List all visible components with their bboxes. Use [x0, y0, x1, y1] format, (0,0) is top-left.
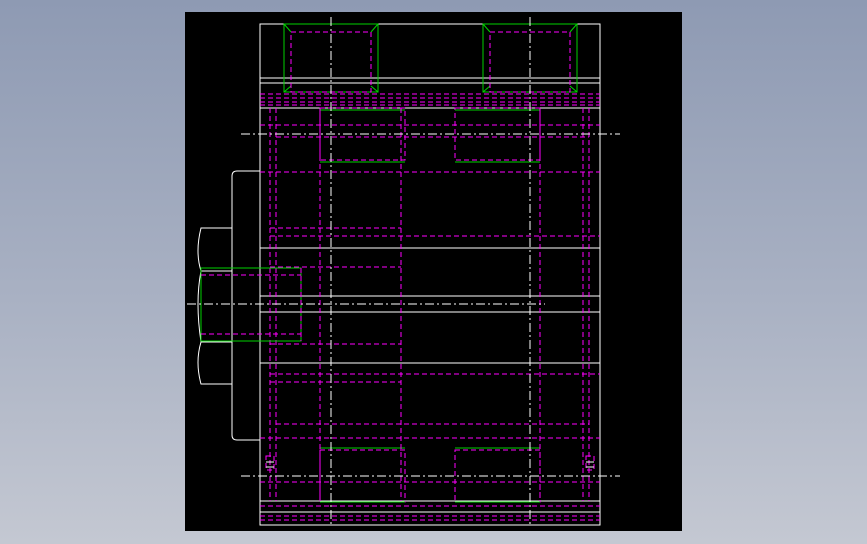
- small-fittings: [265, 455, 595, 471]
- hex-adjuster: [197, 170, 302, 441]
- cad-drawing: [187, 17, 620, 526]
- upper-inner-ports: [260, 107, 600, 173]
- lower-inner-ports: [260, 437, 600, 503]
- center-lines: [187, 17, 620, 525]
- main-body-outline: [259, 23, 601, 526]
- bottom-cap-hidden-lines: [260, 505, 600, 521]
- cad-viewport[interactable]: [185, 12, 682, 531]
- top-cap-hidden-lines: [260, 93, 600, 106]
